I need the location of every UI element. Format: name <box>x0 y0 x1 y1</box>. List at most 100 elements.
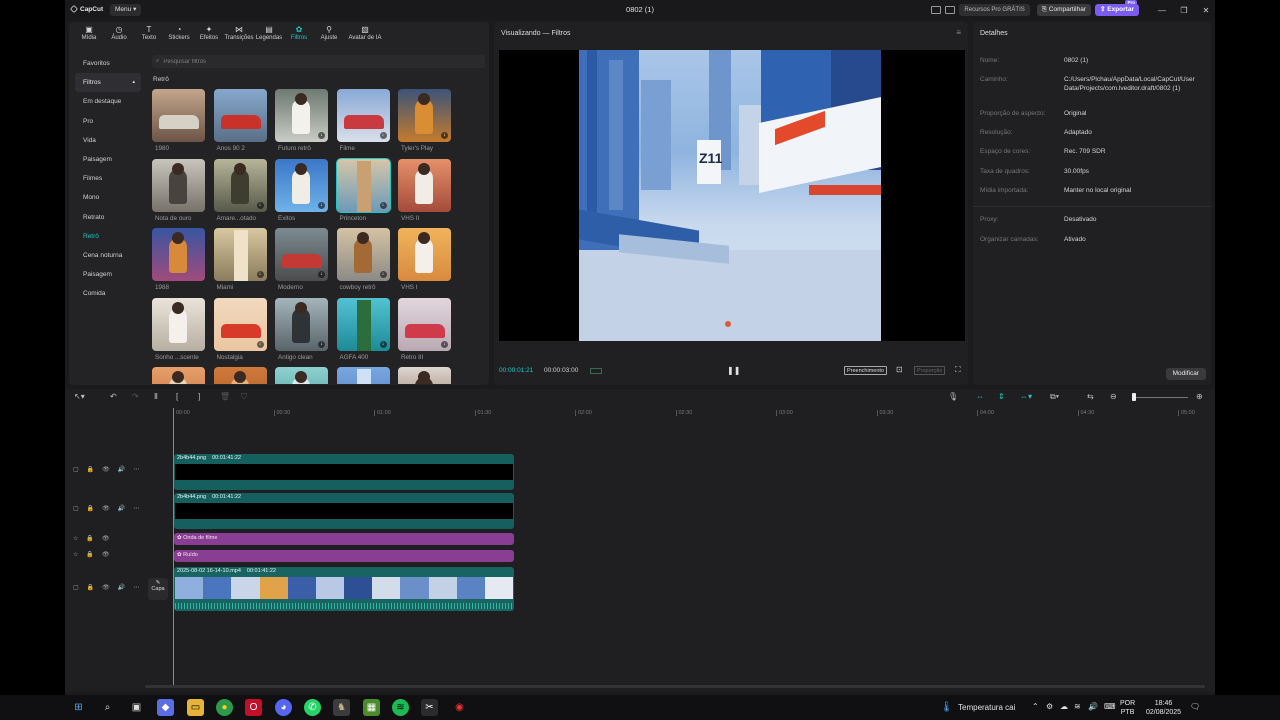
filter-item[interactable]: VHS II <box>398 158 451 222</box>
split-icon[interactable]: Ⅱ <box>154 392 158 401</box>
filter-thumbnail[interactable] <box>152 158 205 212</box>
fill-button[interactable]: Preenchimento <box>844 366 887 375</box>
filter-thumbnail[interactable] <box>398 228 451 281</box>
filter-item[interactable]: 1988 <box>152 228 205 291</box>
track-toggle-icon[interactable]: ▢ <box>73 505 79 512</box>
tab-legendas[interactable]: ▤ Legendas <box>254 22 284 46</box>
filter-item[interactable]: Anos 90 2 <box>213 89 267 152</box>
download-icon[interactable]: ↓ <box>379 201 387 209</box>
collapse-icon[interactable]: ▴ <box>132 73 135 92</box>
filter-thumbnail[interactable]: ↓ <box>398 89 451 142</box>
snapshot-icon[interactable]: ⊡ <box>896 365 903 374</box>
close-icon[interactable]: ✕ <box>1197 6 1215 15</box>
category-item[interactable]: Mono <box>75 188 141 207</box>
proportion-button[interactable]: Proporção <box>914 366 946 375</box>
filter-item[interactable]: ↓ Êxitos <box>275 158 328 222</box>
filter-thumbnail[interactable] <box>152 228 205 281</box>
download-icon[interactable]: ↓ <box>441 132 448 139</box>
filter-thumbnail[interactable] <box>152 89 205 142</box>
filter-thumbnail[interactable]: ↓ <box>336 228 390 281</box>
player-menu-icon[interactable]: ≡ <box>956 28 961 37</box>
magnet-icon[interactable]: ⇕ <box>998 392 1005 401</box>
audio-icon[interactable]: 🔊 <box>118 584 125 591</box>
filter-thumbnail[interactable] <box>152 367 205 384</box>
obs-icon[interactable]: ◉ <box>451 699 468 716</box>
more-icon[interactable]: ⋯ <box>133 584 139 591</box>
filter-thumbnail[interactable] <box>213 367 267 384</box>
task-view-icon[interactable]: ▣ <box>128 699 145 716</box>
download-icon[interactable]: ↓ <box>318 132 325 139</box>
opera-icon[interactable]: O <box>245 699 262 716</box>
audio-icon[interactable]: 🔊 <box>118 505 125 512</box>
category-item[interactable]: Filmes <box>75 169 141 188</box>
more-icon[interactable]: ⋯ <box>133 505 139 512</box>
audio-icon[interactable]: 🔊 <box>118 466 125 473</box>
download-icon[interactable]: ↓ <box>318 201 325 209</box>
tray-app-icon[interactable]: ⚙ <box>1046 702 1053 711</box>
filter-thumbnail[interactable] <box>213 89 267 142</box>
trim-left-icon[interactable]: [ <box>176 392 178 401</box>
image-clip[interactable]: 2b4b44.png 00:01:41:22 <box>174 493 514 529</box>
category-item[interactable]: Cena noturna <box>75 246 141 265</box>
category-item[interactable]: Em destaque <box>75 92 141 111</box>
link-clips-icon[interactable]: ⇔ <box>976 392 984 401</box>
notifications-icon[interactable]: 🗨 <box>1190 702 1200 711</box>
shield-icon[interactable]: ⛉ <box>241 392 247 402</box>
filter-item[interactable]: 1980 <box>152 89 205 152</box>
cover-button[interactable]: ✎ Capa <box>148 578 168 600</box>
filter-item[interactable]: ↓ Antigo clean <box>275 297 328 361</box>
tab-avatar-de-ia[interactable]: ▧ Avatar de IA <box>344 22 386 46</box>
keyboard-tray-icon[interactable]: ⌨ <box>1104 702 1116 711</box>
filter-item[interactable]: Sonho ...scente <box>152 297 205 361</box>
category-item[interactable]: Comida <box>75 284 141 303</box>
zoom-in-icon[interactable]: ⊕ <box>1196 392 1203 401</box>
effect-track-icon[interactable]: ☆ <box>73 535 78 542</box>
search-input[interactable] <box>163 58 464 65</box>
lock-icon[interactable]: 🔒 <box>86 551 93 558</box>
eye-icon[interactable]: 👁 <box>102 584 110 591</box>
filter-thumbnail[interactable]: ↓ <box>213 297 267 351</box>
tab-texto[interactable]: T Texto <box>134 22 164 46</box>
track-toggle-icon[interactable]: ▢ <box>73 584 79 591</box>
filter-item[interactable]: VHS I <box>398 228 451 291</box>
download-icon[interactable]: ↓ <box>379 132 387 139</box>
category-item[interactable]: Paisagem <box>75 265 141 284</box>
filter-thumbnail[interactable]: ↓ <box>275 158 328 212</box>
filter-item[interactable]: ↓ Miami <box>213 228 267 291</box>
filter-item[interactable]: ↓ Retro III <box>398 297 451 361</box>
download-icon[interactable]: ↓ <box>441 340 448 348</box>
eye-icon[interactable]: 👁 <box>102 551 110 558</box>
preview-axis-icon[interactable]: ⧉▾ <box>1050 392 1059 402</box>
tab-mídia[interactable]: ▣ Mídia <box>74 22 104 46</box>
filter-item[interactable]: ↓ AGFA 400 <box>336 297 390 361</box>
more-icon[interactable]: ⋯ <box>133 466 139 473</box>
volume-icon[interactable]: 🔊 <box>1088 702 1098 711</box>
tab-efeitos[interactable]: ✦ Efeitos <box>194 22 224 46</box>
tab-transições[interactable]: ⋈ Transições <box>224 22 254 46</box>
category-item[interactable]: Filtros ▴ <box>75 73 141 93</box>
lock-icon[interactable]: 🔒 <box>87 505 94 512</box>
filter-thumbnail[interactable]: ↓ <box>275 297 328 351</box>
filter-item[interactable]: Nota de ouro <box>152 158 205 222</box>
layout-icon[interactable] <box>931 6 942 14</box>
category-item[interactable]: Paisagem <box>75 150 141 169</box>
clock[interactable]: 18:46 02/08/2025 <box>1146 699 1181 717</box>
effect-clip[interactable]: ✿ Ruído <box>174 550 514 562</box>
category-item[interactable]: Vida <box>75 131 141 150</box>
filter-item[interactable] <box>275 367 328 384</box>
lock-icon[interactable]: 🔒 <box>86 535 93 542</box>
category-item[interactable]: Retrato <box>75 208 141 227</box>
discord-icon[interactable]: ◕ <box>275 699 292 716</box>
filter-item[interactable]: ↓ Tyler's Play <box>398 89 451 152</box>
effect-clip[interactable]: ✿ Onda de filme <box>174 533 514 545</box>
tab-áudio[interactable]: ◷ Áudio <box>104 22 134 46</box>
filter-thumbnail[interactable]: ↓ <box>336 158 390 212</box>
download-icon[interactable]: ↓ <box>318 340 325 348</box>
download-icon[interactable]: ↓ <box>256 201 264 209</box>
network-icon[interactable]: ☁ <box>1060 702 1068 711</box>
pause-icon[interactable]: ❚❚ <box>727 366 740 375</box>
eye-icon[interactable]: 👁 <box>102 505 110 512</box>
lock-icon[interactable]: 🔒 <box>87 584 94 591</box>
game-icon[interactable]: ♞ <box>333 699 350 716</box>
category-item[interactable]: Retrô <box>75 227 141 246</box>
